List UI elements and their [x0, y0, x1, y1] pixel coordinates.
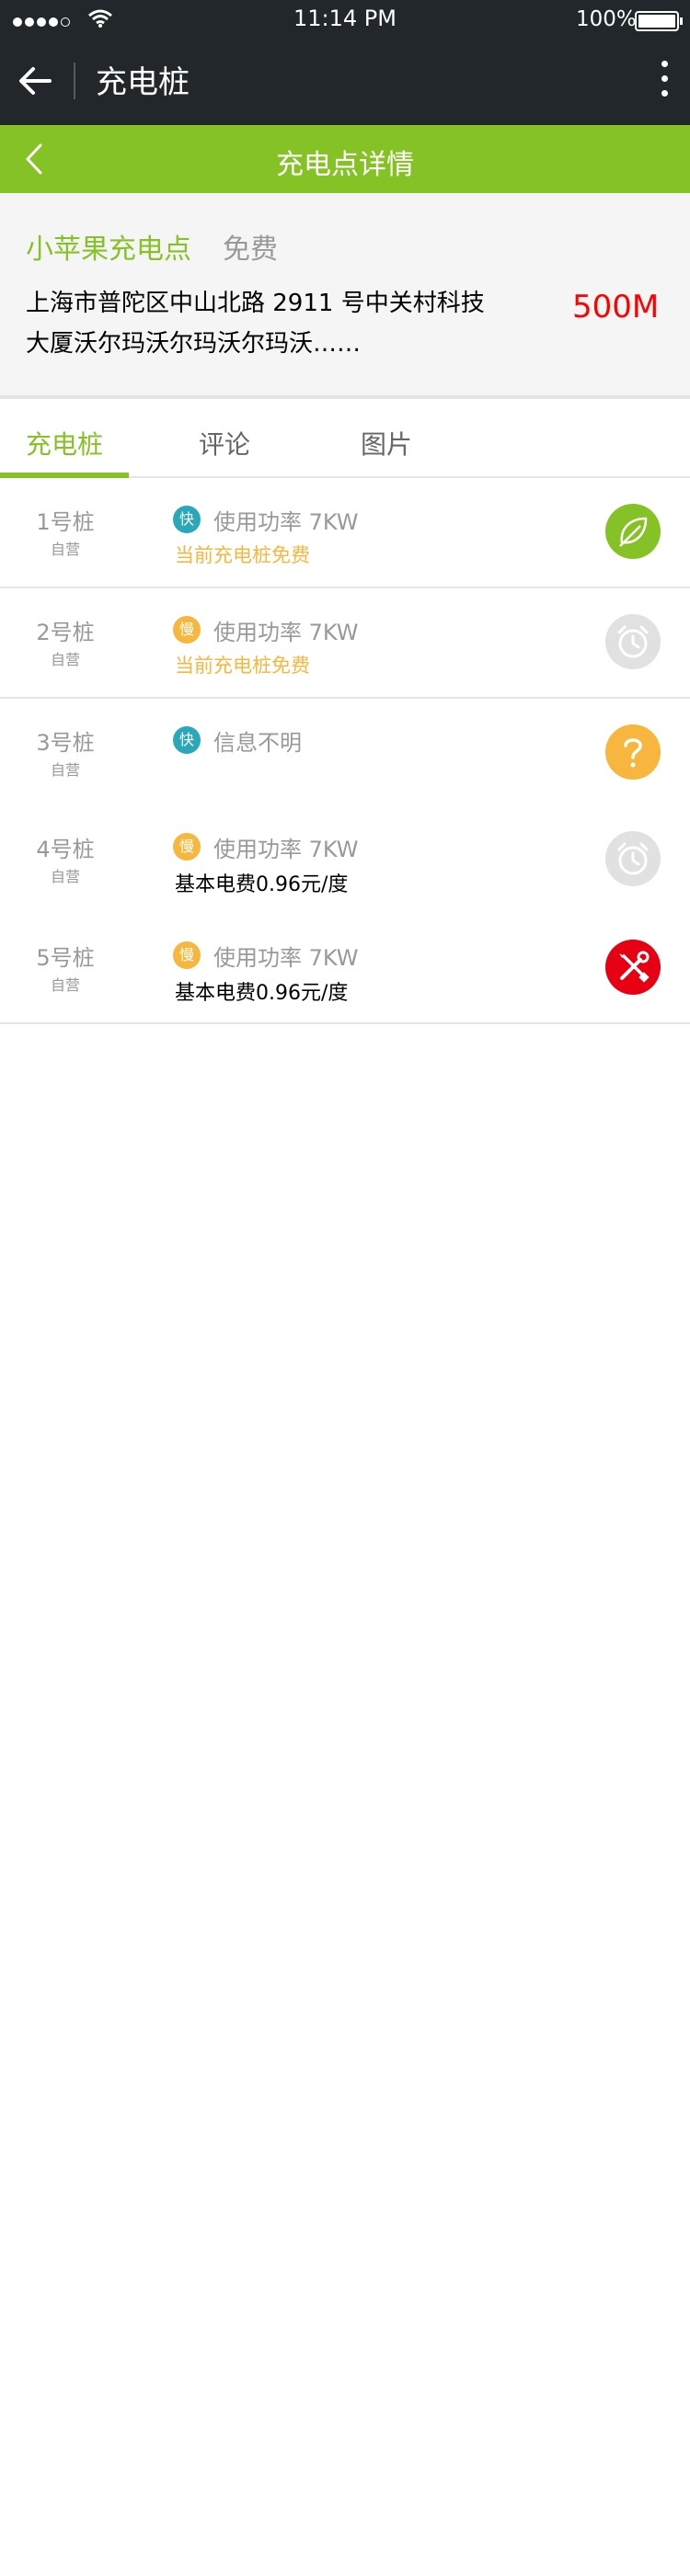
station-distance: 500M: [572, 289, 660, 325]
pile-power: 使用功率 7KW: [213, 945, 359, 971]
page-title: 充电桩: [96, 64, 190, 101]
tab-comments[interactable]: 评论: [199, 425, 250, 462]
pile-power: 使用功率 7KW: [213, 620, 359, 645]
speed-badge: 慢: [173, 941, 201, 969]
arrow-left-icon[interactable]: [15, 63, 55, 99]
pile-price-note: 基本电费0.96元/度: [175, 982, 349, 1005]
battery-percent: 100%: [576, 7, 637, 31]
pile-power: 使用功率 7KW: [213, 837, 359, 862]
pile-row[interactable]: 5号桩 自营 慢 使用功率 7KW 基本电费0.96元/度: [0, 914, 690, 1024]
station-name: 小苹果充电点: [26, 234, 191, 266]
detail-header: 充电点详情: [0, 125, 690, 193]
header-divider: [74, 63, 75, 99]
speed-badge: 快: [173, 726, 201, 754]
pile-number: 2号桩: [36, 620, 95, 645]
detail-title: 充电点详情: [276, 149, 414, 181]
speed-badge: 快: [173, 506, 201, 533]
battery-icon: [635, 11, 683, 31]
pile-operator: 自营: [50, 651, 80, 668]
leaf-icon: [605, 504, 661, 559]
pile-number: 1号桩: [36, 509, 95, 535]
station-address: 上海市普陀区中山北路 2911 号中关村科技大厦沃尔玛沃尔玛沃尔玛沃……: [26, 290, 485, 358]
pile-row[interactable]: 3号桩 自营 快 信息不明: [0, 699, 690, 809]
pile-operator: 自营: [50, 541, 80, 558]
question-icon: [605, 724, 661, 780]
pile-price-note: 基本电费0.96元/度: [175, 873, 349, 896]
more-vertical-icon[interactable]: [655, 57, 673, 105]
pile-row[interactable]: 1号桩 自营 快 使用功率 7KW 当前充电桩免费: [0, 478, 690, 588]
speed-badge: 慢: [173, 833, 201, 861]
pile-price-note: 当前充电桩免费: [175, 655, 310, 677]
station-info: 小苹果充电点 免费 上海市普陀区中山北路 2911 号中关村科技大厦沃尔玛沃尔玛…: [0, 193, 690, 399]
pile-power: 信息不明: [213, 730, 302, 756]
pile-number: 5号桩: [36, 945, 95, 971]
station-price: 免费: [223, 234, 278, 266]
wrench-screwdriver-icon: [605, 940, 661, 995]
pile-number: 4号桩: [36, 837, 95, 862]
speed-badge: 慢: [173, 616, 201, 644]
tab-photos[interactable]: 图片: [361, 425, 412, 462]
pile-power: 使用功率 7KW: [213, 509, 359, 535]
pile-row[interactable]: 4号桩 自营 慢 使用功率 7KW 基本电费0.96元/度: [0, 805, 690, 916]
pile-number: 3号桩: [36, 730, 95, 756]
pile-operator: 自营: [50, 868, 80, 885]
tab-bar: 充电桩 评论 图片: [0, 399, 690, 478]
pile-operator: 自营: [50, 761, 80, 779]
alarm-clock-icon: [605, 614, 661, 669]
status-bar: 11:14 PM 100%: [0, 0, 690, 37]
app-header: 充电桩: [0, 37, 690, 125]
pile-row[interactable]: 2号桩 自营 慢 使用功率 7KW 当前充电桩免费: [0, 588, 690, 699]
pile-operator: 自营: [50, 976, 80, 994]
pile-price-note: 当前充电桩免费: [175, 544, 310, 566]
alarm-clock-icon: [605, 831, 661, 886]
tab-piles[interactable]: 充电桩: [26, 425, 103, 462]
